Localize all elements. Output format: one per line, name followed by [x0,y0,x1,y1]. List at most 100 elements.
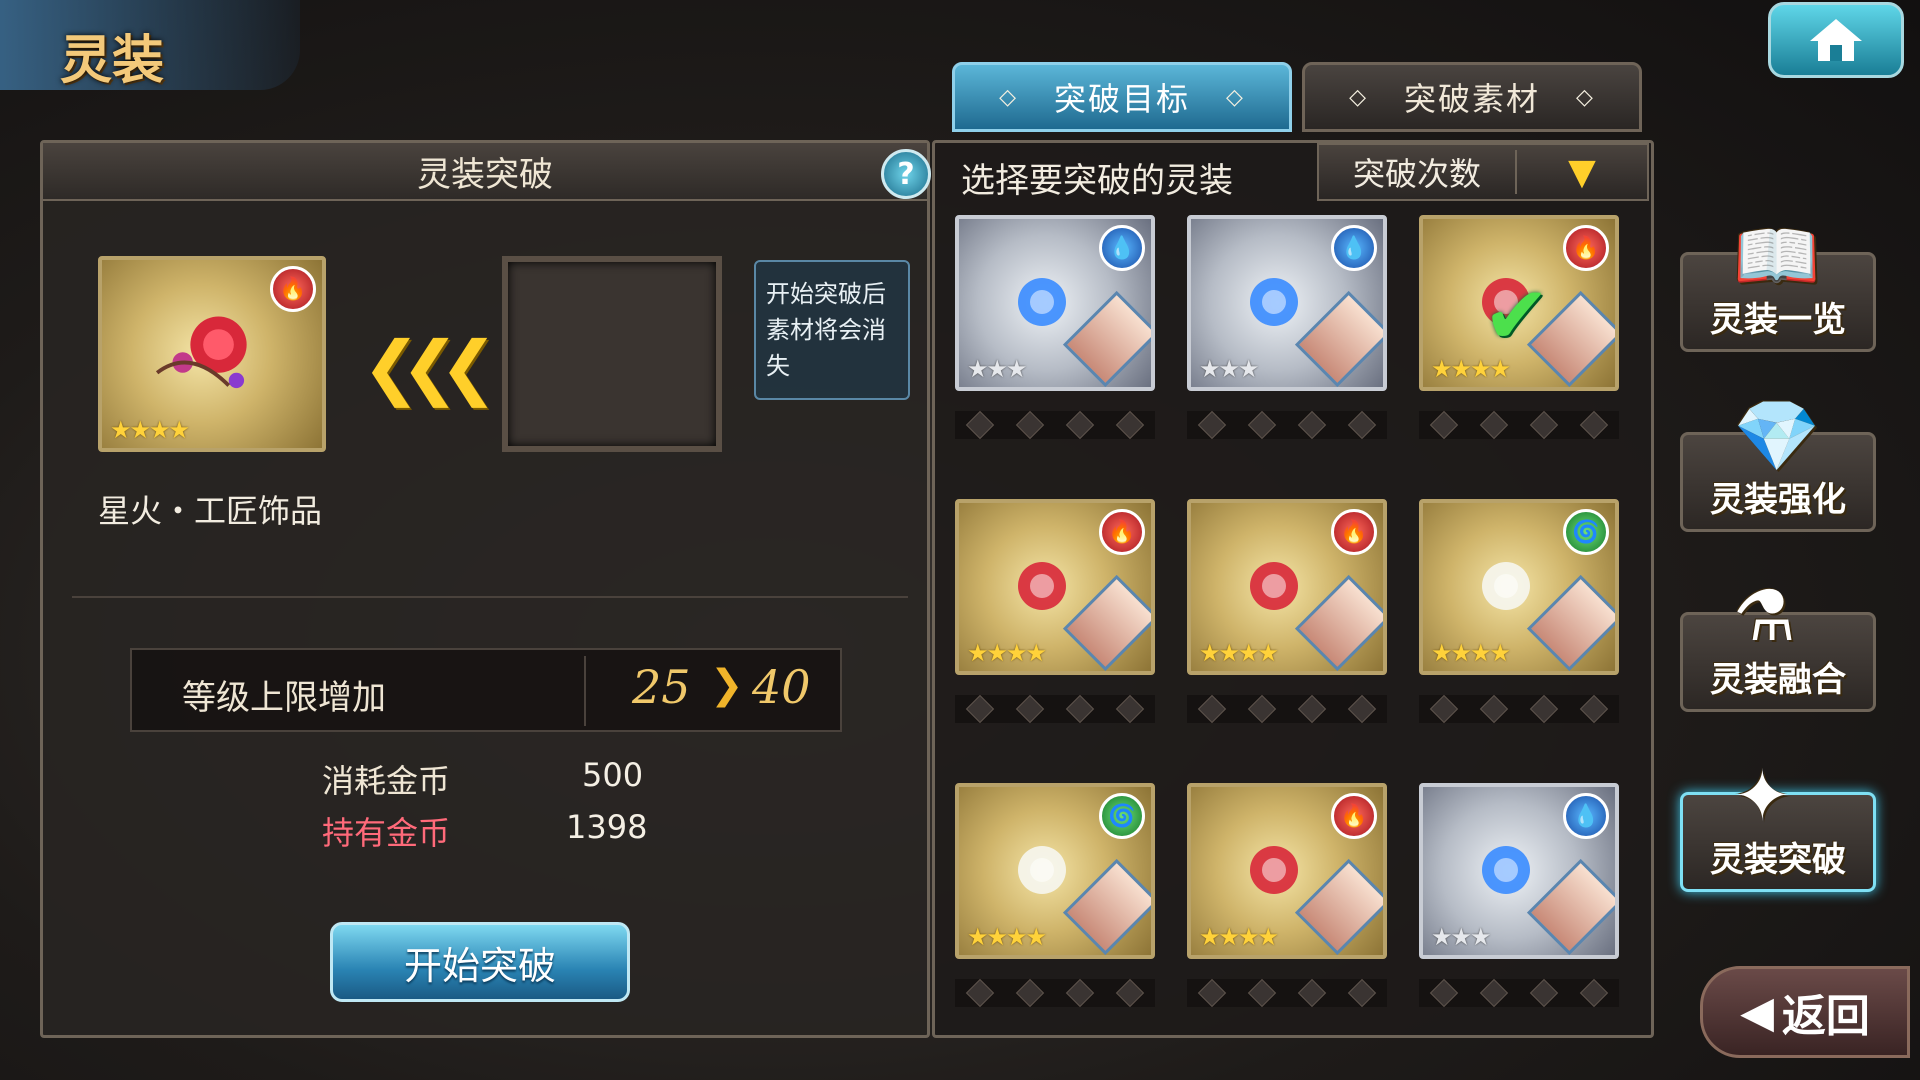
fire-element-icon: 🔥 [1563,225,1609,271]
rarity-stars: ★★★ [967,355,1028,383]
gold-held-value: 1398 [566,808,648,846]
slot-diamond-icon [1115,694,1145,724]
rarity-stars: ★★★★ [1199,923,1279,951]
side-nav-label: 灵装融合 [1710,660,1846,700]
slot-diamond-icon [1347,410,1377,440]
equipment-card[interactable]: 💧 ★★★ [1187,215,1387,391]
level-cap-label: 等级上限增加 [182,678,386,718]
slot-diamond-icon [1347,978,1377,1008]
gold-held-label: 持有金币 [322,814,451,852]
tooltip: 开始突破后素材将会消失 [754,260,910,400]
equipment-art-icon [1482,562,1530,610]
breakthrough-slots [1419,694,1619,724]
slot-diamond-icon [965,694,995,724]
help-button[interactable]: ? [881,149,931,199]
equipment-card[interactable]: 💧 ★★★ [1419,783,1619,959]
material-slot[interactable] [502,256,722,452]
side-nav-label: 灵装一览 [1710,300,1846,340]
divider [584,656,586,726]
fire-element-icon: 🔥 [1331,509,1377,555]
breakthrough-slots [1187,694,1387,724]
back-button[interactable]: ◀ 返回 [1700,966,1910,1058]
breakthrough-slots [955,410,1155,440]
slot-diamond-icon [1479,410,1509,440]
tab-breakthrough-target[interactable]: ◇ 突破目标 ◇ [952,62,1292,132]
slot-diamond-icon [1197,694,1227,724]
sort-dropdown[interactable]: 突破次数 ▼ [1317,143,1649,201]
slot-diamond-icon [1297,978,1327,1008]
rarity-stars: ★★★ [1199,355,1260,383]
caret-down-icon: ▼ [1568,151,1596,193]
water-element-icon: 💧 [1563,793,1609,839]
slot-diamond-icon [1015,978,1045,1008]
water-element-icon: 💧 [1099,225,1145,271]
fire-element-icon: 🔥 [1099,509,1145,555]
slot-diamond-icon [1579,694,1609,724]
side-nav-breakthrough[interactable]: ✦ 灵装突破 [1680,755,1876,892]
slot-diamond-icon [1429,978,1459,1008]
equipment-art-icon [1250,562,1298,610]
water-element-icon: 💧 [1331,225,1377,271]
slot-diamond-icon [1529,694,1559,724]
tab-breakthrough-material[interactable]: ◇ 突破素材 ◇ [1302,62,1642,132]
fire-element-icon: 🔥 [1331,793,1377,839]
breakthrough-slots [1187,978,1387,1008]
side-nav-label: 灵装强化 [1710,480,1846,520]
slot-diamond-icon [965,978,995,1008]
fire-element-icon: 🔥 [270,266,316,312]
equipment-select-panel: 选择要突破的灵装 突破次数 ▼ 💧 ★★★ 💧 ★★★ 🔥 ★★★★ ✔ 🔥 ★★★★ 🔥 ★★★★… [932,140,1654,1038]
equipment-card[interactable]: 🌀 ★★★★ [1419,499,1619,675]
gem-icon: ✦ [1733,755,1792,837]
cost-value: 500 [582,756,644,794]
slot-diamond-icon [1065,410,1095,440]
slot-diamond-icon [1197,978,1227,1008]
checkmark-icon: ✔ [1483,269,1551,362]
slot-diamond-icon [1579,410,1609,440]
equipment-card[interactable]: 🌀 ★★★★ [955,783,1155,959]
equipment-card[interactable]: 🔥 ★★★★ [955,499,1155,675]
level-cap-box: 等级上限增加 25 ❯ 40 [130,648,842,732]
slot-diamond-icon [1247,978,1277,1008]
arrow-left-icon: ◀ [1740,986,1774,1038]
level-from: 25 [632,660,691,714]
tab-label: 突破目标 [1053,80,1190,118]
diamond-icon: ◇ [1226,84,1245,110]
slot-diamond-icon [1579,978,1609,1008]
breakthrough-slots [955,694,1155,724]
side-nav-enhance[interactable]: 💎 灵装强化 [1680,395,1876,532]
start-breakthrough-button[interactable]: 开始突破 [330,922,630,1002]
rarity-stars: ★★★★ [1199,639,1279,667]
breakthrough-slots [955,978,1155,1008]
divider [72,596,908,598]
slot-diamond-icon [1197,410,1227,440]
side-nav-label: 灵装突破 [1710,840,1846,880]
equipment-art-icon [1018,562,1066,610]
slot-diamond-icon [1065,694,1095,724]
arrow-right-icon: ❯ [710,662,744,708]
equipment-card[interactable]: 🔥 ★★★★ ✔ [1419,215,1619,391]
slot-diamond-icon [1015,410,1045,440]
equipment-art-icon [1250,278,1298,326]
equipment-card[interactable]: 🔥 ★★★★ [1187,499,1387,675]
equipment-card[interactable]: 🔥 ★★★★ [1187,783,1387,959]
rose-ornament-icon [155,316,247,389]
slot-diamond-icon [1065,978,1095,1008]
back-label: 返回 [1781,991,1870,1042]
side-nav-fusion[interactable]: ⚗ 灵装融合 [1680,575,1876,712]
side-nav-equipment-list[interactable]: 📖 灵装一览 [1680,215,1876,352]
selected-equipment-card[interactable]: 🔥 ★★★★ [98,256,326,452]
wind-element-icon: 🌀 [1099,793,1145,839]
home-button[interactable] [1768,2,1904,78]
diamond-icon: ◇ [1576,84,1595,110]
slot-diamond-icon [1479,978,1509,1008]
diamond-icon: ◇ [1349,84,1368,110]
breakthrough-slots [1419,410,1619,440]
equipment-name: 星火・工匠饰品 [98,492,323,530]
equipment-card[interactable]: 💧 ★★★ [955,215,1155,391]
tab-label: 突破素材 [1403,80,1540,118]
book-icon: 📖 [1733,215,1821,297]
rarity-stars: ★★★ [1431,923,1492,951]
slot-diamond-icon [1429,410,1459,440]
crystal-icon: 💎 [1733,395,1821,477]
slot-diamond-icon [1247,694,1277,724]
